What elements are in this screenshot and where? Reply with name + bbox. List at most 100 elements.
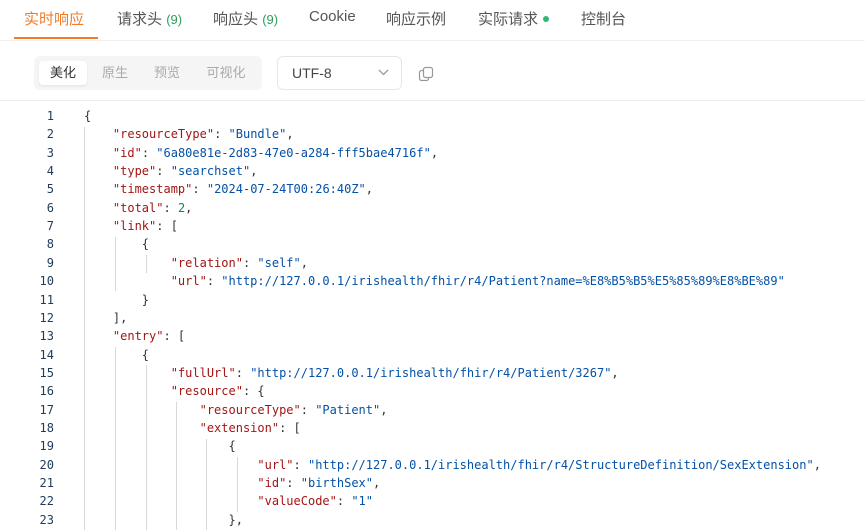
- json-punctuation: [84, 127, 113, 141]
- code-text: "url": "http://127.0.0.1/irishealth/fhir…: [84, 272, 785, 290]
- code-line: 18 "extension": [: [0, 419, 865, 437]
- line-number: 1: [46, 109, 54, 123]
- line-number: 7: [46, 219, 54, 234]
- code-text: "entry": [: [84, 327, 185, 345]
- tab-actual-request[interactable]: 实际请求: [478, 8, 550, 29]
- tab-cookie[interactable]: Cookie: [309, 8, 356, 25]
- encoding-select[interactable]: UTF-8: [277, 56, 402, 90]
- json-punctuation: {: [84, 439, 236, 454]
- view-mode-preview-button[interactable]: 预览: [142, 61, 192, 85]
- tab-count-badge: (9): [262, 12, 279, 27]
- line-number: 9: [46, 255, 54, 270]
- json-string-value: "2024-07-24T00:26:40Z": [206, 182, 366, 197]
- json-key: "url": [170, 274, 207, 289]
- json-string-value: "self": [257, 255, 301, 270]
- code-line: 21 "id": "birthSex",: [0, 474, 865, 492]
- code-text: "valueCode": "1": [84, 492, 373, 510]
- json-punctuation: ,: [365, 182, 374, 197]
- code-line: 16 "resource": {: [0, 382, 865, 400]
- json-punctuation: {: [84, 237, 150, 252]
- json-punctuation: [84, 256, 171, 270]
- view-mode-switch: 美化 原生 预览 可视化: [34, 56, 262, 90]
- tab-response-headers[interactable]: 响应头 (9): [213, 8, 278, 29]
- json-punctuation: :: [156, 164, 171, 179]
- encoding-value: UTF-8: [292, 65, 332, 81]
- json-punctuation: :: [192, 182, 207, 197]
- tab-label: 实时响应: [24, 11, 85, 28]
- code-text: ],: [84, 309, 127, 327]
- json-punctuation: {: [84, 109, 92, 123]
- json-string-value: "http://127.0.0.1/irishealth/fhir/r4/Str…: [307, 457, 814, 472]
- code-line: 9 "relation": "self",: [0, 254, 865, 272]
- tab-count-badge: (9): [166, 12, 183, 27]
- code-line: 6 "total": 2,: [0, 199, 865, 217]
- tab-response-example[interactable]: 响应示例: [386, 8, 446, 29]
- json-punctuation: : [: [279, 420, 301, 435]
- json-punctuation: [84, 494, 257, 508]
- json-punctuation: [84, 421, 200, 435]
- json-punctuation: [84, 146, 113, 160]
- code-line: 4 "type": "searchset",: [0, 162, 865, 180]
- json-key: "extension": [199, 420, 280, 435]
- code-text: "total": 2,: [84, 199, 193, 217]
- code-text: "extension": [: [84, 419, 301, 437]
- tab-console[interactable]: 控制台: [581, 8, 626, 29]
- code-line: 3 "id": "6a80e81e-2d83-47e0-a284-fff5bae…: [0, 144, 865, 162]
- tab-label: Cookie: [309, 8, 356, 25]
- json-string-value: "Bundle": [228, 127, 287, 142]
- json-punctuation: :: [214, 127, 229, 142]
- line-number: 12: [39, 310, 54, 325]
- json-punctuation: ,: [286, 127, 294, 142]
- line-number: 17: [39, 402, 54, 417]
- json-punctuation: :: [293, 457, 308, 472]
- code-text: {: [84, 346, 149, 364]
- line-number: 3: [46, 145, 54, 160]
- copy-icon[interactable]: [417, 65, 435, 83]
- json-punctuation: [84, 476, 257, 490]
- code-line: 5 "timestamp": "2024-07-24T00:26:40Z",: [0, 180, 865, 198]
- code-text: {: [84, 437, 236, 455]
- json-punctuation: :: [286, 476, 301, 490]
- json-key: "resourceType": [112, 127, 215, 142]
- json-punctuation: ,: [813, 457, 821, 472]
- code-line: 20 "url": "http://127.0.0.1/irishealth/f…: [0, 456, 865, 474]
- view-mode-pretty-button[interactable]: 美化: [39, 61, 87, 85]
- tab-label: 响应示例: [386, 11, 447, 28]
- json-punctuation: },: [84, 512, 243, 527]
- code-line: 11 }: [0, 291, 865, 309]
- json-punctuation: [84, 274, 171, 288]
- json-key: "id": [257, 476, 287, 490]
- code-line: 14 {: [0, 346, 865, 364]
- code-text: "relation": "self",: [84, 254, 308, 272]
- tab-realtime-response[interactable]: 实时响应: [24, 8, 84, 29]
- json-punctuation: {: [84, 347, 150, 362]
- json-punctuation: [84, 458, 257, 472]
- line-number: 11: [39, 292, 54, 307]
- view-mode-raw-button[interactable]: 原生: [90, 61, 140, 85]
- line-number: 20: [39, 457, 54, 472]
- line-number: 2: [46, 127, 54, 142]
- json-punctuation: :: [336, 494, 352, 509]
- line-number: 23: [39, 512, 54, 527]
- json-punctuation: [84, 219, 113, 233]
- json-key: "id": [112, 145, 142, 160]
- code-text: "resourceType": "Patient",: [84, 401, 388, 419]
- view-mode-visualize-button[interactable]: 可视化: [196, 61, 256, 85]
- active-tab-indicator: [14, 37, 98, 39]
- tab-request-headers[interactable]: 请求头 (9): [117, 8, 182, 29]
- code-text: "type": "searchset",: [84, 162, 258, 180]
- json-punctuation: : {: [242, 384, 265, 399]
- json-punctuation: ,: [380, 402, 388, 417]
- json-punctuation: :: [300, 402, 316, 417]
- json-punctuation: ,: [300, 255, 308, 270]
- json-punctuation: [84, 329, 113, 343]
- line-number: 13: [39, 329, 54, 344]
- code-text: {: [84, 235, 149, 253]
- json-punctuation: [84, 384, 171, 398]
- json-string-value: "1": [351, 494, 374, 509]
- code-line: 17 "resourceType": "Patient",: [0, 401, 865, 419]
- json-key: "type": [112, 164, 157, 179]
- code-line: 22 "valueCode": "1": [0, 492, 865, 510]
- line-number: 22: [39, 494, 54, 509]
- json-punctuation: :: [206, 274, 222, 289]
